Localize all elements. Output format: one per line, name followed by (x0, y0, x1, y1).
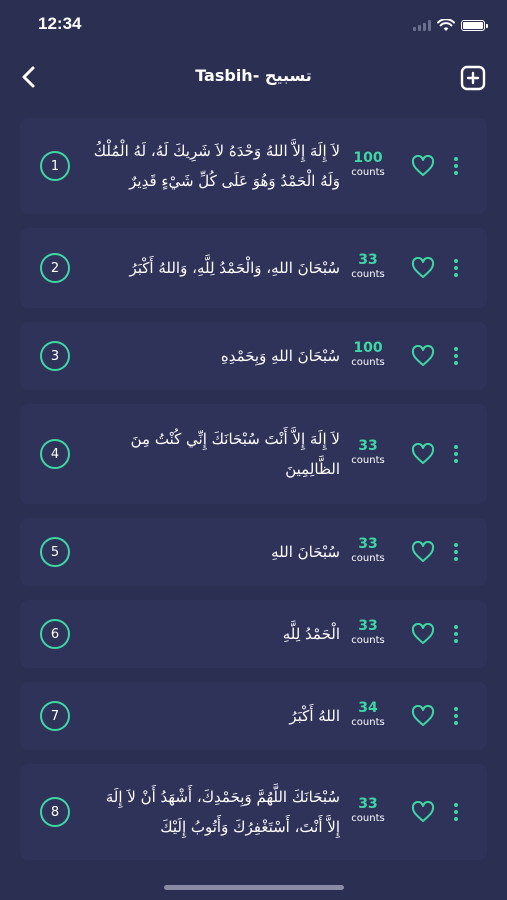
heart-icon[interactable] (411, 257, 435, 279)
battery-icon (461, 19, 488, 31)
more-vertical-icon[interactable] (449, 541, 463, 563)
more-vertical-icon[interactable] (449, 801, 463, 823)
tasbih-row[interactable]: 7 اللهُ أَكْبَرُ 34 counts (20, 682, 487, 750)
row-number-badge: 4 (40, 439, 70, 469)
more-vertical-icon[interactable] (449, 345, 463, 367)
more-vertical-icon[interactable] (449, 257, 463, 279)
row-number-badge: 2 (40, 253, 70, 283)
dhikr-text: سُبْحَانَ اللهِ (271, 543, 340, 561)
count-display: 100 counts (345, 340, 391, 370)
count-value: 100 (353, 150, 383, 166)
count-display: 33 counts (345, 536, 391, 566)
more-vertical-icon[interactable] (449, 155, 463, 177)
count-label: counts (351, 269, 385, 280)
dhikr-text: سُبْحَانَ اللهِ وَبِحَمْدِهِ (220, 347, 340, 365)
row-number-badge: 7 (40, 701, 70, 731)
status-icons (413, 16, 488, 34)
dhikr-text: اللهُ أَكْبَرُ (289, 707, 340, 725)
count-label: counts (351, 357, 385, 368)
dhikr-text: الْحَمْدُ لِلَّهِ (282, 625, 340, 643)
add-icon[interactable] (459, 64, 487, 92)
status-time: 12:34 (38, 14, 82, 33)
count-label: counts (351, 455, 385, 466)
count-display: 100 counts (345, 150, 391, 180)
row-number-badge: 1 (40, 151, 70, 181)
count-display: 34 counts (345, 700, 391, 730)
count-label: counts (351, 167, 385, 178)
count-value: 33 (358, 252, 378, 268)
count-value: 33 (358, 438, 378, 454)
count-label: counts (351, 813, 385, 824)
tasbih-row[interactable]: 6 الْحَمْدُ لِلَّهِ 33 counts (20, 600, 487, 668)
more-vertical-icon[interactable] (449, 623, 463, 645)
wifi-icon (437, 18, 455, 31)
tasbih-row[interactable]: 1 لاَ إِلَهَ إِلاَّ اللهُ وَحْدَهُ لاَ ش… (20, 118, 487, 214)
row-number-badge: 5 (40, 537, 70, 567)
status-bar: 12:34 (0, 0, 507, 50)
more-vertical-icon[interactable] (449, 443, 463, 465)
count-value: 100 (353, 340, 383, 356)
row-number-badge: 6 (40, 619, 70, 649)
count-display: 33 counts (345, 252, 391, 282)
count-value: 34 (358, 700, 378, 716)
tasbih-row[interactable]: 4 لاَ إِلَهَ إِلاَّ أَنْتَ سُبْحَانَكَ إ… (20, 404, 487, 504)
heart-icon[interactable] (411, 345, 435, 367)
count-display: 33 counts (345, 618, 391, 648)
page-title: Tasbih- تسبيح (195, 66, 312, 85)
tasbih-list: 1 لاَ إِلَهَ إِلاَّ اللهُ وَحْدَهُ لاَ ش… (20, 118, 487, 874)
heart-icon[interactable] (411, 623, 435, 645)
nav-bar: Tasbih- تسبيح (0, 50, 507, 105)
dhikr-text: لاَ إِلَهَ إِلاَّ أَنْتَ سُبْحَانَكَ إِن… (130, 430, 340, 478)
heart-icon[interactable] (411, 541, 435, 563)
count-display: 33 counts (345, 438, 391, 468)
count-value: 33 (358, 796, 378, 812)
count-label: counts (351, 717, 385, 728)
count-display: 33 counts (345, 796, 391, 826)
heart-icon[interactable] (411, 801, 435, 823)
tasbih-row[interactable]: 8 سُبْحَانَكَ اللَّهُمَّ وَبِحَمْدِكَ، أ… (20, 764, 487, 860)
count-value: 33 (358, 536, 378, 552)
signal-icon (413, 19, 431, 31)
row-number-badge: 3 (40, 341, 70, 371)
dhikr-text: سُبْحَانَ اللهِ، وَالْحَمْدُ لِلَّهِ، وَ… (129, 259, 340, 277)
more-vertical-icon[interactable] (449, 705, 463, 727)
count-label: counts (351, 635, 385, 646)
dhikr-text: لاَ إِلَهَ إِلاَّ اللهُ وَحْدَهُ لاَ شَر… (93, 142, 340, 190)
heart-icon[interactable] (411, 155, 435, 177)
count-label: counts (351, 553, 385, 564)
dhikr-text: سُبْحَانَكَ اللَّهُمَّ وَبِحَمْدِكَ، أَش… (105, 788, 340, 836)
count-value: 33 (358, 618, 378, 634)
heart-icon[interactable] (411, 443, 435, 465)
tasbih-row[interactable]: 3 سُبْحَانَ اللهِ وَبِحَمْدِهِ 100 count… (20, 322, 487, 390)
heart-icon[interactable] (411, 705, 435, 727)
row-number-badge: 8 (40, 797, 70, 827)
tasbih-row[interactable]: 2 سُبْحَانَ اللهِ، وَالْحَمْدُ لِلَّهِ، … (20, 228, 487, 308)
home-indicator (164, 885, 344, 890)
tasbih-row[interactable]: 5 سُبْحَانَ اللهِ 33 counts (20, 518, 487, 586)
